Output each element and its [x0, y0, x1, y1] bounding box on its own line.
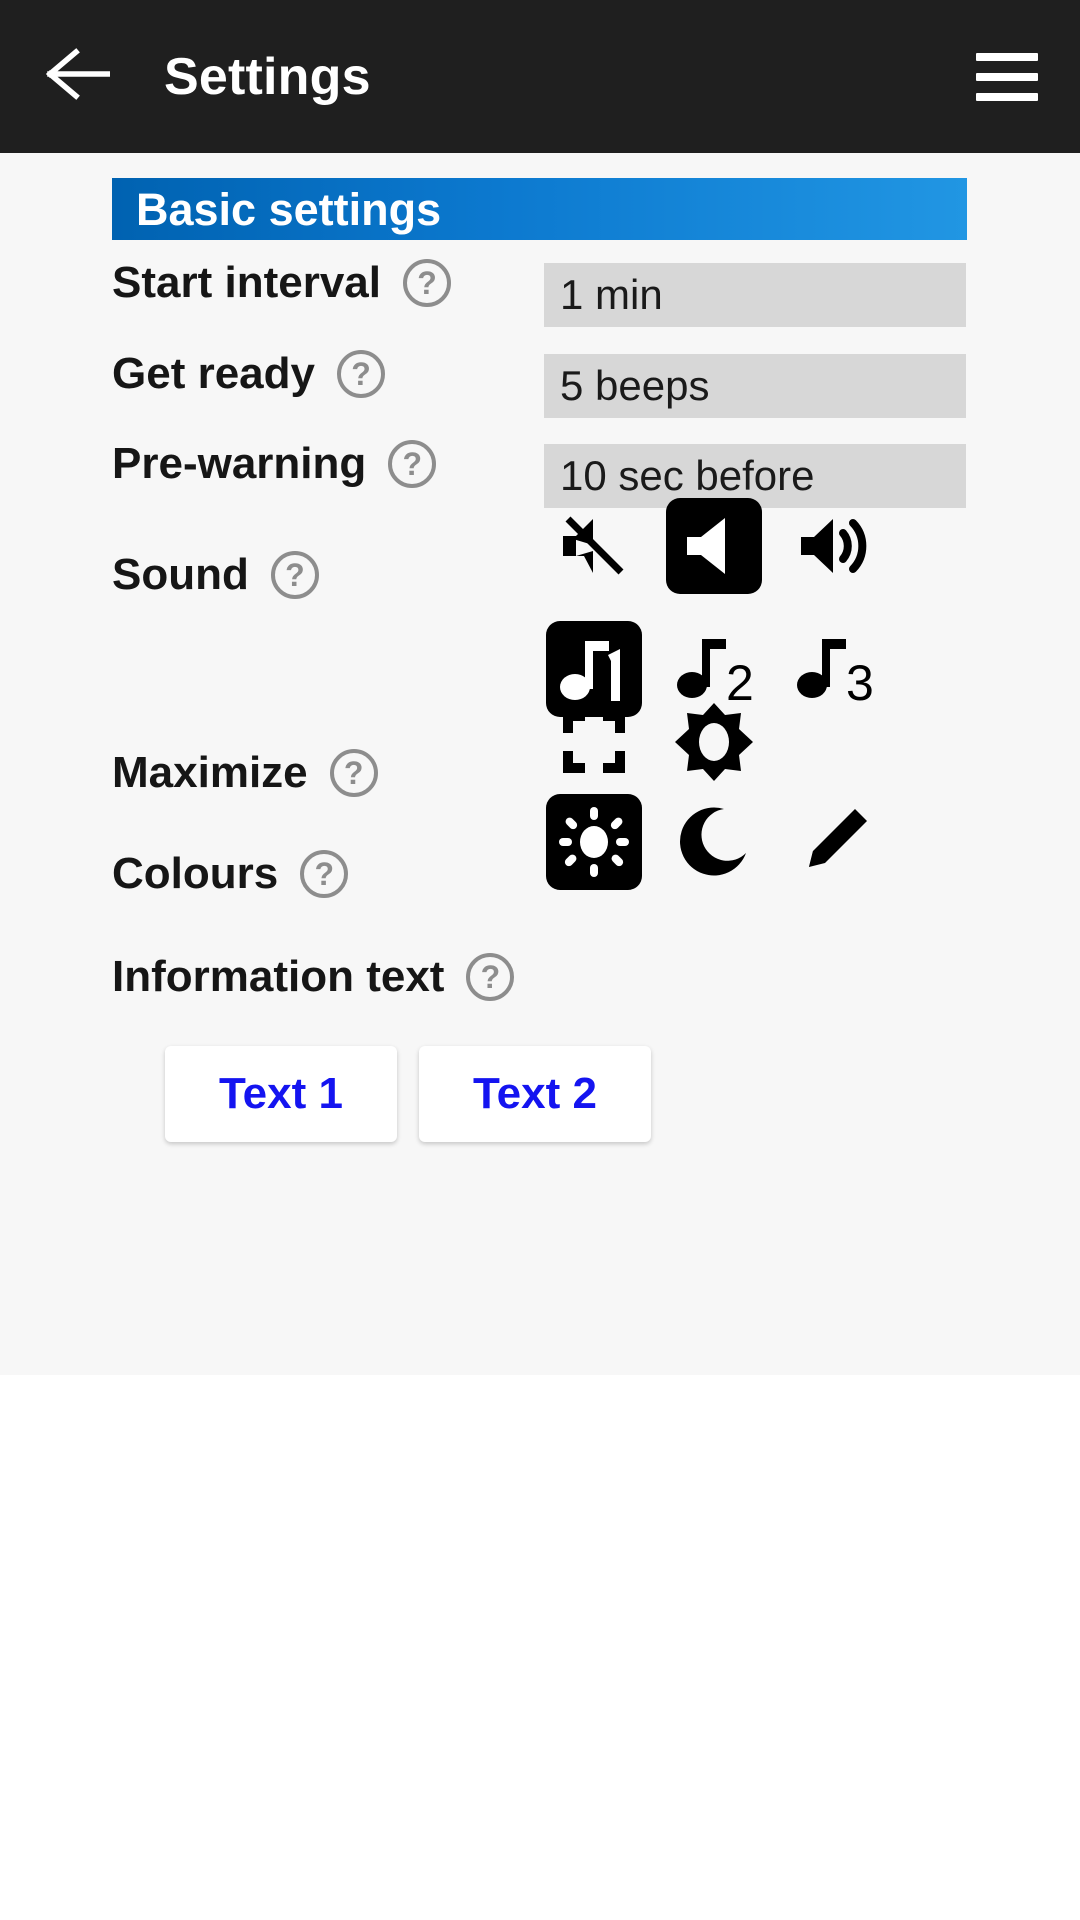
brightness-star-option[interactable]: [666, 694, 762, 790]
pencil-custom-theme-option[interactable]: [786, 794, 882, 890]
pre-warning-label-group: Pre-warning ?: [112, 439, 437, 488]
get-ready-label-group: Get ready ?: [112, 350, 385, 398]
sound-mute-option[interactable]: [546, 498, 642, 594]
maximize-options: [546, 694, 762, 790]
information-text-buttons: Text 1 Text 2: [165, 1046, 651, 1142]
text-2-button-label: Text 2: [473, 1069, 597, 1118]
settings-content: Basic settings Start interval ? 1 min Ge…: [0, 153, 1080, 1375]
pre-warning-value-text: 10 sec before: [560, 452, 815, 499]
sound-mute-icon: [555, 507, 633, 585]
row-information-text: Information text ?: [0, 953, 1080, 1001]
row-colours: Colours ?: [0, 850, 1080, 898]
hamburger-bar: [976, 92, 1038, 101]
start-interval-value[interactable]: 1 min: [544, 263, 966, 327]
sound-volume-high-icon: [795, 507, 873, 585]
text-1-button-label: Text 1: [219, 1069, 343, 1118]
information-text-label-group: Information text ?: [112, 952, 515, 1001]
sound-options-line-1: [546, 498, 882, 594]
settings-screen: Settings Basic settings Start interval ?…: [0, 0, 1080, 1920]
hamburger-bar: [976, 72, 1038, 81]
music-note-3-icon: 3: [795, 630, 873, 708]
information-text-label: Information text: [112, 952, 445, 1001]
fullscreen-icon: [561, 709, 627, 775]
start-interval-label-group: Start interval ?: [112, 259, 451, 307]
row-maximize: Maximize ?: [0, 749, 1080, 797]
sun-light-theme-option[interactable]: [546, 794, 642, 890]
row-get-ready: Get ready ? 5 beeps: [0, 350, 1080, 418]
get-ready-value[interactable]: 5 beeps: [544, 354, 966, 418]
sound-label-group: Sound ?: [112, 551, 319, 599]
brightness-star-icon: [674, 702, 754, 782]
text-2-button[interactable]: Text 2: [419, 1046, 651, 1142]
pre-warning-label: Pre-warning: [112, 439, 367, 488]
row-start-interval: Start interval ? 1 min: [0, 259, 1080, 327]
help-icon[interactable]: ?: [402, 259, 451, 307]
sound-speaker-option[interactable]: [666, 498, 762, 594]
help-icon[interactable]: ?: [388, 440, 437, 488]
get-ready-label: Get ready: [112, 349, 315, 398]
page-title: Settings: [164, 47, 371, 106]
music-note-3-option[interactable]: 3: [786, 621, 882, 717]
section-header-label: Basic settings: [136, 183, 442, 235]
moon-dark-theme-option[interactable]: [666, 794, 762, 890]
sound-label: Sound: [112, 550, 249, 599]
section-header-basic-settings: Basic settings: [112, 178, 967, 240]
start-interval-label: Start interval: [112, 258, 381, 307]
pencil-custom-theme-icon: [797, 805, 871, 879]
app-bar: Settings: [0, 0, 1080, 153]
row-pre-warning: Pre-warning ? 10 sec before: [0, 439, 1080, 508]
sound-speaker-icon: [681, 513, 747, 579]
get-ready-value-text: 5 beeps: [560, 362, 710, 409]
maximize-label-group: Maximize ?: [112, 749, 378, 797]
colours-options: [546, 794, 882, 890]
fullscreen-option[interactable]: [546, 694, 642, 790]
help-icon[interactable]: ?: [270, 551, 319, 599]
row-sound: Sound ?: [0, 551, 1080, 599]
arrow-left-icon: [46, 46, 111, 107]
moon-dark-theme-icon: [677, 805, 751, 879]
maximize-label: Maximize: [112, 748, 308, 797]
text-1-button[interactable]: Text 1: [165, 1046, 397, 1142]
hamburger-bar: [976, 52, 1038, 61]
help-icon[interactable]: ?: [300, 850, 349, 898]
help-icon[interactable]: ?: [466, 953, 515, 1001]
hamburger-menu-icon[interactable]: [976, 52, 1038, 101]
svg-text:3: 3: [846, 655, 873, 708]
start-interval-value-text: 1 min: [560, 271, 663, 318]
sun-light-theme-icon: [558, 806, 630, 878]
back-button[interactable]: [30, 29, 126, 125]
colours-label-group: Colours ?: [112, 849, 349, 898]
sound-volume-high-option[interactable]: [786, 498, 882, 594]
colours-label: Colours: [112, 849, 279, 898]
help-icon[interactable]: ?: [329, 749, 378, 797]
help-icon[interactable]: ?: [336, 350, 385, 398]
